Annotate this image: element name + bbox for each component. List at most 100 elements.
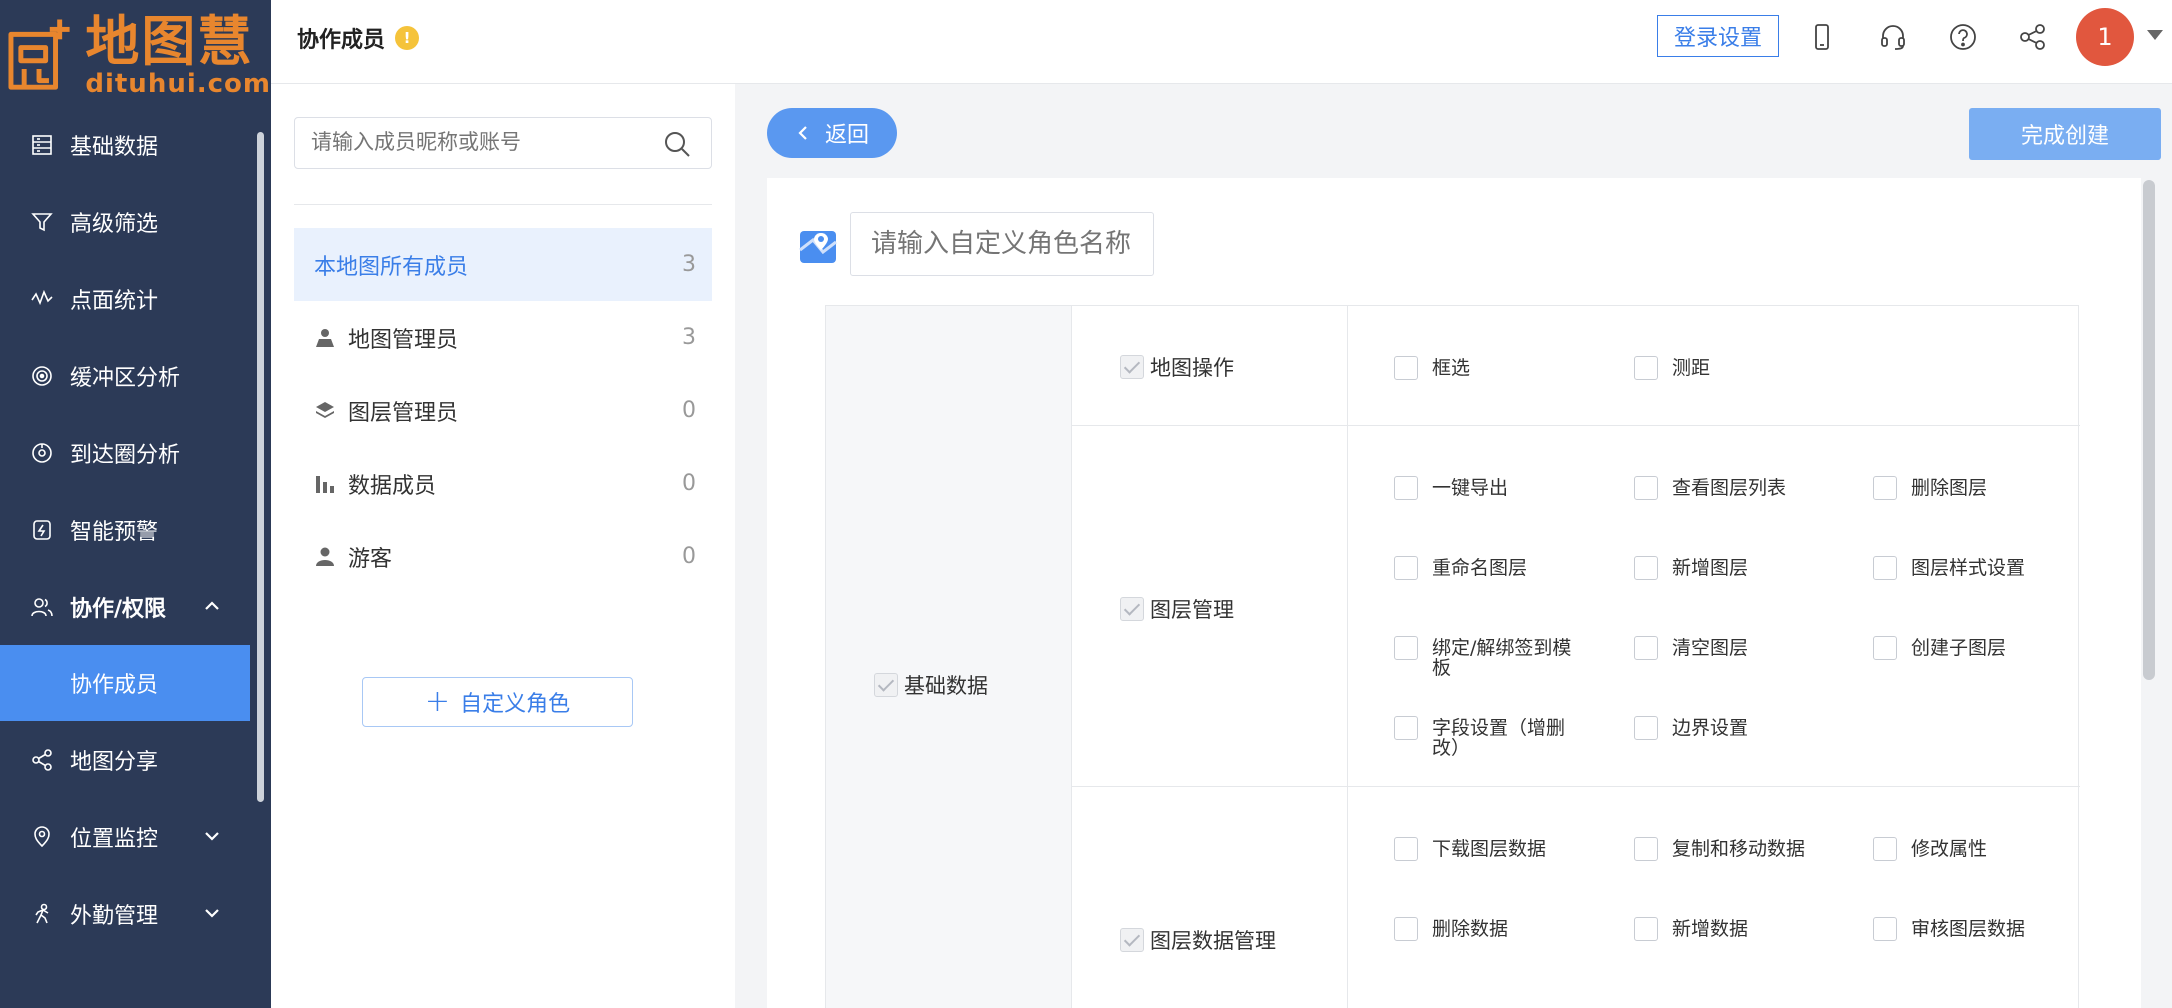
checkbox[interactable] bbox=[1634, 716, 1658, 740]
checkbox[interactable] bbox=[1634, 476, 1658, 500]
plus-icon: + bbox=[424, 684, 451, 719]
add-custom-role-button[interactable]: + 自定义角色 bbox=[362, 677, 633, 727]
user-map-icon bbox=[314, 327, 336, 349]
role-count: 0 bbox=[682, 544, 696, 569]
role-map-admin[interactable]: 地图管理员 3 bbox=[294, 301, 712, 374]
group-checkbox-wrap[interactable]: 图层数据管理 bbox=[1120, 925, 1276, 955]
sidebar-item-share[interactable]: 地图分享 bbox=[0, 721, 250, 798]
caret-down-icon[interactable] bbox=[2145, 28, 2165, 42]
main-scrollbar[interactable] bbox=[2143, 180, 2155, 680]
perm-option[interactable]: 复制和移动数据 bbox=[1634, 837, 1812, 861]
checkbox[interactable] bbox=[1394, 356, 1418, 380]
perm-option[interactable]: 删除数据 bbox=[1394, 917, 1572, 941]
group-checkbox[interactable] bbox=[1120, 597, 1144, 621]
search-input[interactable] bbox=[311, 118, 651, 166]
headset-icon[interactable] bbox=[1878, 22, 1908, 52]
option-label: 新增数据 bbox=[1672, 918, 1749, 940]
buffer-icon bbox=[30, 364, 54, 388]
logo-mark-icon bbox=[8, 19, 70, 90]
sidebar-item-buffer[interactable]: 缓冲区分析 bbox=[0, 337, 250, 414]
sidebar-item-label: 高级筛选 bbox=[70, 211, 159, 237]
group-checkbox-wrap[interactable]: 地图操作 bbox=[1120, 352, 1234, 382]
perm-option[interactable]: 测距 bbox=[1634, 356, 1812, 380]
avatar[interactable]: 1 bbox=[2076, 8, 2134, 66]
option-label: 查看图层列表 bbox=[1672, 477, 1787, 499]
bar-chart-icon bbox=[314, 473, 336, 495]
root-checkbox[interactable] bbox=[874, 673, 898, 697]
checkbox[interactable] bbox=[1873, 556, 1897, 580]
group-label: 图层数据管理 bbox=[1150, 929, 1276, 953]
sidebar-item-alert[interactable]: 智能预警 bbox=[0, 491, 250, 568]
logo-name: 地图慧 bbox=[85, 10, 254, 73]
group-checkbox[interactable] bbox=[1120, 928, 1144, 952]
group-checkbox[interactable] bbox=[1120, 355, 1144, 379]
checkbox[interactable] bbox=[1634, 556, 1658, 580]
perm-option[interactable]: 字段设置（增删改） bbox=[1394, 716, 1572, 759]
perm-group-map-ops: 地图操作 框选 测距 bbox=[1072, 306, 2080, 426]
login-settings-button[interactable]: 登录设置 bbox=[1657, 15, 1779, 57]
perm-option[interactable]: 修改属性 bbox=[1873, 837, 2051, 861]
sidebar-item-basic-data[interactable]: 基础数据 bbox=[0, 106, 250, 183]
perm-option[interactable]: 新增数据 bbox=[1634, 917, 1812, 941]
chevron-up-icon bbox=[205, 601, 219, 610]
sidebar-scrollbar[interactable] bbox=[257, 132, 264, 802]
perm-option[interactable]: 审核图层数据 bbox=[1873, 917, 2051, 941]
perm-option[interactable]: 新增图层 bbox=[1634, 556, 1812, 580]
perm-option[interactable]: 绑定/解绑签到模板 bbox=[1394, 636, 1572, 678]
perm-option[interactable]: 重命名图层 bbox=[1394, 556, 1572, 580]
checkbox[interactable] bbox=[1394, 636, 1418, 660]
sidebar-item-reach[interactable]: 到达圈分析 bbox=[0, 414, 250, 491]
sidebar-item-filter[interactable]: 高级筛选 bbox=[0, 183, 250, 260]
perm-option[interactable]: 清空图层 bbox=[1634, 636, 1812, 660]
share-icon[interactable] bbox=[2018, 22, 2048, 52]
search-icon[interactable] bbox=[663, 130, 691, 158]
role-name-input[interactable] bbox=[850, 212, 1154, 276]
checkbox[interactable] bbox=[1394, 716, 1418, 740]
field-icon bbox=[30, 902, 54, 926]
info-icon[interactable]: ! bbox=[395, 26, 420, 50]
sidebar-item-label: 缓冲区分析 bbox=[70, 365, 181, 391]
checkbox[interactable] bbox=[1394, 556, 1418, 580]
role-all-members[interactable]: 本地图所有成员 3 bbox=[294, 228, 712, 301]
role-guest[interactable]: 游客 0 bbox=[294, 520, 712, 593]
checkbox[interactable] bbox=[1634, 837, 1658, 861]
role-data-member[interactable]: 数据成员 0 bbox=[294, 447, 712, 520]
perm-option[interactable]: 一键导出 bbox=[1394, 476, 1572, 500]
sidebar-item-location[interactable]: 位置监控 bbox=[0, 798, 250, 875]
sidebar-item-statistics[interactable]: 点面统计 bbox=[0, 260, 250, 337]
role-label: 图层管理员 bbox=[348, 400, 459, 426]
perm-option[interactable]: 图层样式设置 bbox=[1873, 556, 2051, 580]
sidebar-item-members[interactable]: 协作成员 bbox=[0, 645, 250, 721]
checkbox[interactable] bbox=[1873, 917, 1897, 941]
group-checkbox-wrap[interactable]: 图层管理 bbox=[1120, 594, 1234, 624]
sidebar-item-collaboration[interactable]: 协作/权限 bbox=[0, 568, 250, 645]
root-checkbox-wrap[interactable]: 基础数据 bbox=[874, 670, 988, 700]
perm-option[interactable]: 框选 bbox=[1394, 356, 1572, 380]
back-button[interactable]: 返回 bbox=[767, 108, 897, 158]
checkbox[interactable] bbox=[1634, 636, 1658, 660]
option-label: 一键导出 bbox=[1432, 477, 1509, 499]
checkbox[interactable] bbox=[1873, 476, 1897, 500]
option-label: 审核图层数据 bbox=[1911, 918, 2026, 940]
group-label-cell: 图层数据管理 bbox=[1072, 787, 1348, 1008]
mobile-icon[interactable] bbox=[1807, 22, 1837, 52]
checkbox[interactable] bbox=[1873, 837, 1897, 861]
checkbox[interactable] bbox=[1394, 917, 1418, 941]
help-icon[interactable] bbox=[1948, 22, 1978, 52]
checkbox[interactable] bbox=[1634, 356, 1658, 380]
perm-option[interactable]: 删除图层 bbox=[1873, 476, 2051, 500]
finish-create-button[interactable]: 完成创建 bbox=[1969, 108, 2161, 160]
perm-option[interactable]: 创建子图层 bbox=[1873, 636, 2051, 660]
checkbox[interactable] bbox=[1394, 837, 1418, 861]
checkbox[interactable] bbox=[1634, 917, 1658, 941]
role-layer-admin[interactable]: 图层管理员 0 bbox=[294, 374, 712, 447]
option-label: 字段设置（增删改） bbox=[1432, 717, 1566, 759]
sidebar-item-label: 智能预警 bbox=[70, 519, 159, 545]
logo[interactable]: 地图慧 dituhui.com bbox=[0, 0, 271, 110]
sidebar-item-field[interactable]: 外勤管理 bbox=[0, 875, 250, 952]
checkbox[interactable] bbox=[1873, 636, 1897, 660]
perm-option[interactable]: 下载图层数据 bbox=[1394, 837, 1572, 861]
checkbox[interactable] bbox=[1394, 476, 1418, 500]
perm-option[interactable]: 边界设置 bbox=[1634, 716, 1812, 740]
perm-option[interactable]: 查看图层列表 bbox=[1634, 476, 1812, 500]
